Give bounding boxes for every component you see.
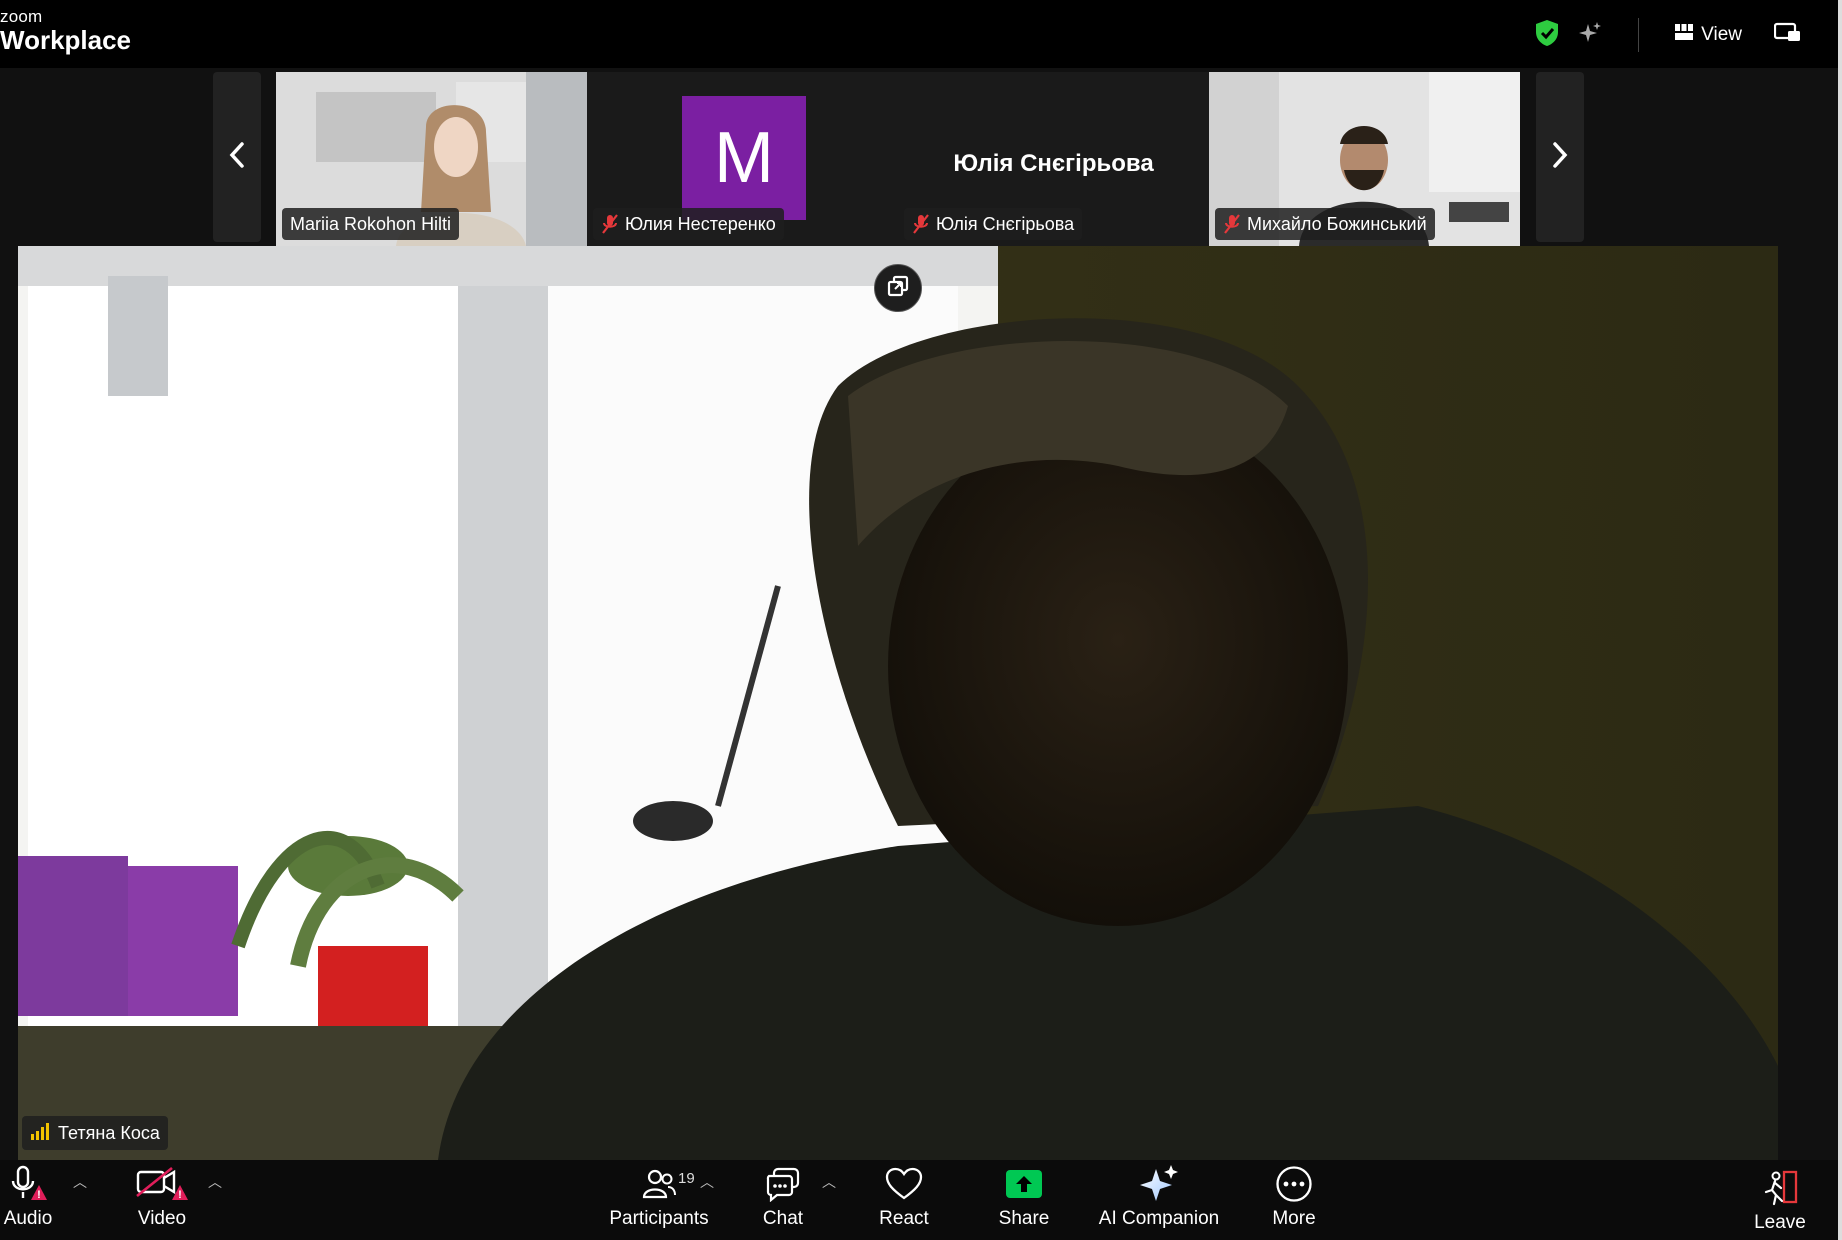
window-scrollbar[interactable] [1838,0,1842,1240]
ai-sparkle-icon [1138,1162,1180,1206]
share-button[interactable]: Share [996,1160,1052,1240]
mic-icon: ! [8,1162,48,1206]
speaker-name-tag: Тетяна Коса [22,1116,168,1150]
speaker-name: Тетяна Коса [58,1122,160,1143]
participant-tile[interactable]: M Юлия Нестеренко [587,72,898,246]
sparkle-icon[interactable] [1578,21,1602,50]
participant-name-tag: Михайло Божинський [1215,208,1435,240]
top-bar: zoom Workplace View [0,0,1842,68]
participants-count: 19 [678,1170,695,1187]
ai-companion-label: AI Companion [1098,1208,1220,1229]
avatar-letter: M [714,118,774,198]
app-logo: zoom Workplace [0,8,131,53]
react-label: React [879,1208,929,1229]
participant-tile[interactable]: Mariia Rokohon Hilti [276,72,587,246]
participant-tile[interactable]: Юлія Снєгірьова Юлія Снєгірьова [898,72,1209,246]
more-label: More [1272,1208,1316,1229]
top-right-controls: View [1534,18,1802,52]
brand-big: Workplace [0,25,132,55]
meeting-toolbar: ! Audio ︿ ! Video ︿ Participants 19 ︿ Ch… [0,1160,1842,1240]
participant-name: Mariia Rokohon Hilti [290,213,452,234]
more-button[interactable]: More [1266,1160,1322,1240]
avatar: M [682,96,806,220]
screen-mode-icon[interactable] [1773,22,1802,49]
prev-page-button[interactable] [213,72,261,242]
view-label: View [1701,24,1742,45]
participant-strip: Mariia Rokohon Hilti M Юлия Нестеренко Ю… [0,68,1842,246]
svg-text:!: ! [37,1189,41,1201]
participant-name-tag: Mariia Rokohon Hilti [282,208,460,240]
video-options-caret-icon[interactable]: ︿ [208,1172,222,1192]
react-button[interactable]: React [876,1160,932,1240]
divider [1638,18,1640,52]
participants-icon [642,1162,676,1206]
signal-bars-icon [30,1122,52,1145]
next-page-button[interactable] [1536,72,1584,242]
participant-name: Юлія Снєгірьова [936,213,1075,234]
video-label: Video [137,1208,187,1229]
chat-button[interactable]: Chat [758,1160,808,1240]
more-icon [1275,1162,1313,1206]
participant-name-tag: Юлия Нестеренко [593,208,784,240]
grid-icon [1675,24,1694,46]
leave-label: Leave [1754,1212,1806,1233]
leave-button[interactable]: Leave [1752,1160,1808,1240]
chevron-left-icon [228,141,246,174]
chat-label: Chat [762,1208,804,1229]
chat-icon [765,1162,801,1206]
share-screen-icon [1005,1162,1043,1206]
audio-button[interactable]: ! Audio [0,1160,56,1240]
chat-options-caret-icon[interactable]: ︿ [822,1172,836,1192]
heart-icon [885,1162,923,1206]
participant-display-name: Юлія Снєгірьова [953,150,1154,177]
chevron-right-icon [1551,141,1569,174]
audio-label: Audio [3,1208,53,1229]
participant-name: Михайло Божинський [1247,213,1427,234]
popout-button[interactable] [874,264,922,312]
ai-companion-button[interactable]: AI Companion [1098,1160,1220,1240]
participants-options-caret-icon[interactable]: ︿ [700,1172,714,1192]
popout-icon [886,274,910,303]
mic-muted-icon [1223,213,1241,235]
zoom-meeting-window: zoom Workplace View Mariia Rokohon Hilti… [0,0,1842,1240]
shield-icon[interactable] [1534,19,1560,52]
participant-name: Юлия Нестеренко [625,213,776,234]
audio-options-caret-icon[interactable]: ︿ [73,1172,87,1192]
participant-name-tag: Юлія Снєгірьова [904,208,1083,240]
svg-text:!: ! [178,1189,182,1201]
view-button[interactable]: View [1675,24,1742,46]
video-button[interactable]: ! Video [132,1160,192,1240]
mic-muted-icon [601,213,619,235]
video-off-icon: ! [134,1162,190,1206]
video-feed [18,246,1778,1160]
brand-small: zoom [0,7,43,26]
participants-label: Participants [609,1208,709,1229]
mic-muted-icon [912,213,930,235]
share-label: Share [998,1208,1050,1229]
active-speaker-video [18,246,1778,1160]
participant-tile[interactable]: Михайло Божинський [1209,72,1520,246]
leave-icon [1760,1166,1800,1210]
